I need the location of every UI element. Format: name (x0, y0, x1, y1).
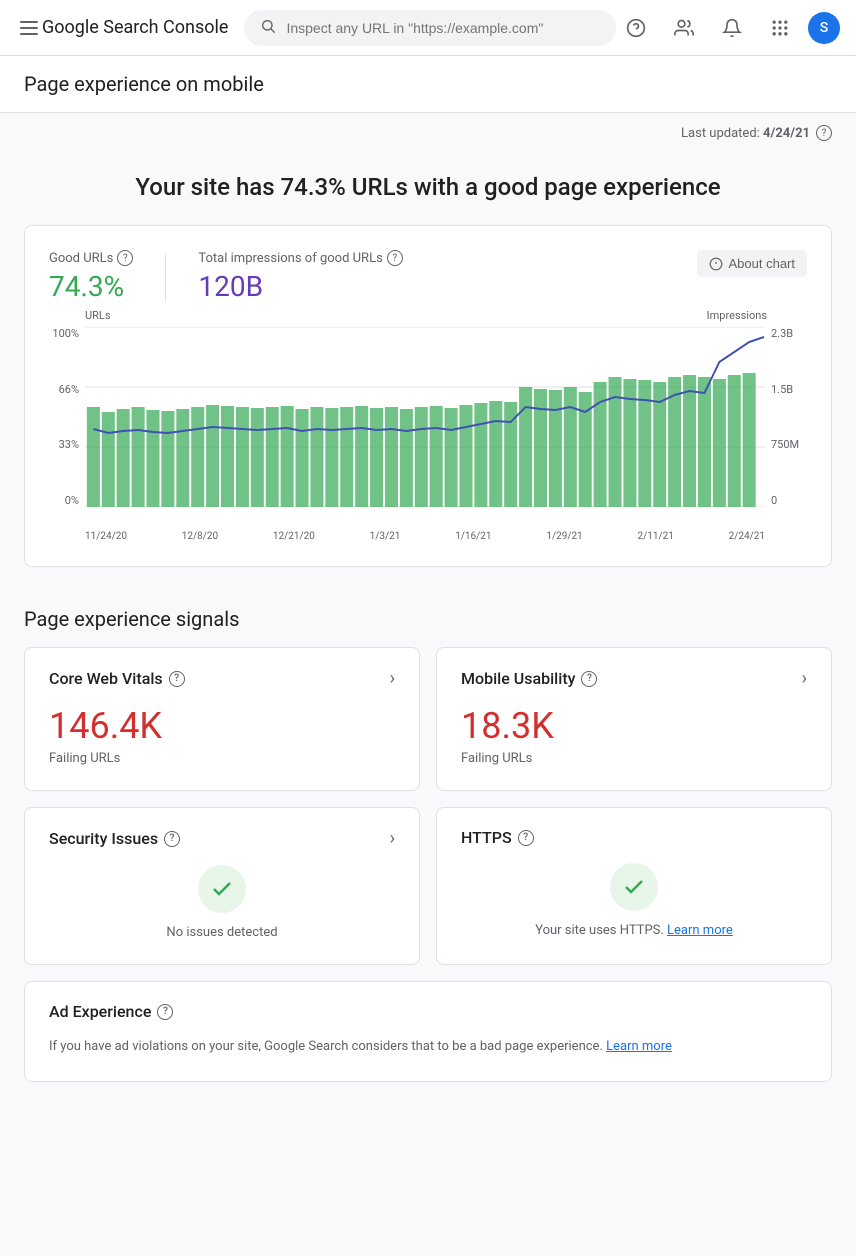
menu-icon[interactable] (16, 17, 42, 39)
chart-metrics: Good URLs ? 74.3% Total impressions of g… (49, 250, 807, 303)
ad-experience-header: Ad Experience ? (49, 1002, 807, 1021)
y-axis-right: 2.3B 1.5B 750M 0 (765, 327, 807, 527)
logo: Google Search Console (42, 17, 228, 38)
impressions-help-icon[interactable]: ? (387, 250, 403, 266)
last-updated-bar: Last updated: 4/24/21 ? (24, 113, 832, 153)
ad-experience-help-icon[interactable]: ? (157, 1004, 173, 1020)
page-title: Page experience on mobile (0, 56, 856, 113)
search-input[interactable] (286, 20, 600, 36)
logo-text: Google Search Console (42, 17, 228, 38)
good-urls-value: 74.3% (49, 270, 133, 303)
security-issues-title: Security Issues ? (49, 829, 180, 848)
https-title: HTTPS ? (461, 828, 534, 847)
ad-experience-description: If you have ad violations on your site, … (49, 1037, 807, 1057)
y-axis-left: 100% 66% 33% 0% (49, 327, 85, 527)
mobile-usability-header: Mobile Usability ? › (461, 668, 807, 689)
good-urls-help-icon[interactable]: ? (117, 250, 133, 266)
header-actions: S (616, 8, 840, 48)
security-issues-check-circle (198, 865, 246, 913)
security-issues-status: No issues detected (49, 925, 395, 940)
core-web-vitals-metric-label: Failing URLs (49, 751, 395, 766)
security-issues-arrow-icon[interactable]: › (390, 828, 395, 849)
https-help-icon[interactable]: ? (518, 830, 534, 846)
security-issues-header: Security Issues ? › (49, 828, 395, 849)
apps-button[interactable] (760, 8, 800, 48)
https-status: Your site uses HTTPS. Learn more (461, 923, 807, 938)
mobile-usability-metric-label: Failing URLs (461, 751, 807, 766)
signals-grid: Core Web Vitals ? › 146.4K Failing URLs … (24, 647, 832, 965)
https-learn-more-link[interactable]: Learn more (667, 923, 733, 938)
security-issues-card: Security Issues ? › No issues detected (24, 807, 420, 965)
ad-experience-learn-more-link[interactable]: Learn more (606, 1039, 672, 1054)
search-icon (260, 18, 276, 38)
chart-card: Good URLs ? 74.3% Total impressions of g… (24, 225, 832, 567)
hero-headline: Your site has 74.3% URLs with a good pag… (24, 153, 832, 225)
core-web-vitals-help-icon[interactable]: ? (169, 671, 185, 687)
security-issues-help-icon[interactable]: ? (164, 831, 180, 847)
header: Google Search Console (0, 0, 856, 56)
x-axis-labels: 11/24/20 12/8/20 12/21/20 1/3/21 1/16/21… (49, 527, 807, 542)
chart-container: 100% 66% 33% 0% (49, 327, 807, 527)
security-check-icon (210, 877, 234, 901)
page-title-text: Page experience on mobile (24, 72, 264, 96)
y-right-title: Impressions (707, 309, 767, 322)
ad-experience-section: Ad Experience ? If you have ad violation… (24, 981, 832, 1082)
main-content: Last updated: 4/24/21 ? Your site has 74… (0, 113, 856, 1256)
core-web-vitals-metric: 146.4K (49, 705, 395, 747)
ad-experience-card: Ad Experience ? If you have ad violation… (24, 981, 832, 1082)
https-card: HTTPS ? Your site uses HTTPS. Learn more (436, 807, 832, 965)
core-web-vitals-arrow-icon[interactable]: › (390, 668, 395, 689)
core-web-vitals-header: Core Web Vitals ? › (49, 668, 395, 689)
impressions-label: Total impressions of good URLs ? (198, 250, 402, 266)
impressions-value: 120B (198, 270, 402, 303)
core-web-vitals-card: Core Web Vitals ? › 146.4K Failing URLs (24, 647, 420, 791)
mobile-usability-arrow-icon[interactable]: › (802, 668, 807, 689)
mobile-usability-card: Mobile Usability ? › 18.3K Failing URLs (436, 647, 832, 791)
about-chart-button[interactable]: About chart (697, 250, 808, 277)
mobile-usability-help-icon[interactable]: ? (581, 671, 597, 687)
last-updated-help-icon[interactable]: ? (816, 125, 832, 141)
metric-divider (165, 254, 166, 302)
https-header: HTTPS ? (461, 828, 807, 847)
mobile-usability-title: Mobile Usability ? (461, 669, 597, 688)
avatar[interactable]: S (808, 12, 840, 44)
y-left-title: URLs (85, 309, 111, 322)
good-urls-label: Good URLs ? (49, 250, 133, 266)
good-urls-metric: Good URLs ? 74.3% (49, 250, 133, 303)
last-updated-label: Last updated: (681, 126, 760, 141)
core-web-vitals-title: Core Web Vitals ? (49, 669, 185, 688)
https-check-icon (622, 875, 646, 899)
chart-area: URLs Impressions 100% 66% 33% 0% (49, 327, 807, 542)
search-bar[interactable] (244, 10, 616, 46)
help-button[interactable] (616, 8, 656, 48)
chart-svg (85, 327, 765, 507)
notifications-button[interactable] (712, 8, 752, 48)
impressions-metric: Total impressions of good URLs ? 120B (198, 250, 402, 303)
user-mgmt-button[interactable] (664, 8, 704, 48)
last-updated-date: 4/24/21 (763, 126, 810, 141)
signals-section-title: Page experience signals (24, 599, 832, 631)
ad-experience-title: Ad Experience ? (49, 1002, 173, 1021)
https-check-circle (610, 863, 658, 911)
mobile-usability-metric: 18.3K (461, 705, 807, 747)
